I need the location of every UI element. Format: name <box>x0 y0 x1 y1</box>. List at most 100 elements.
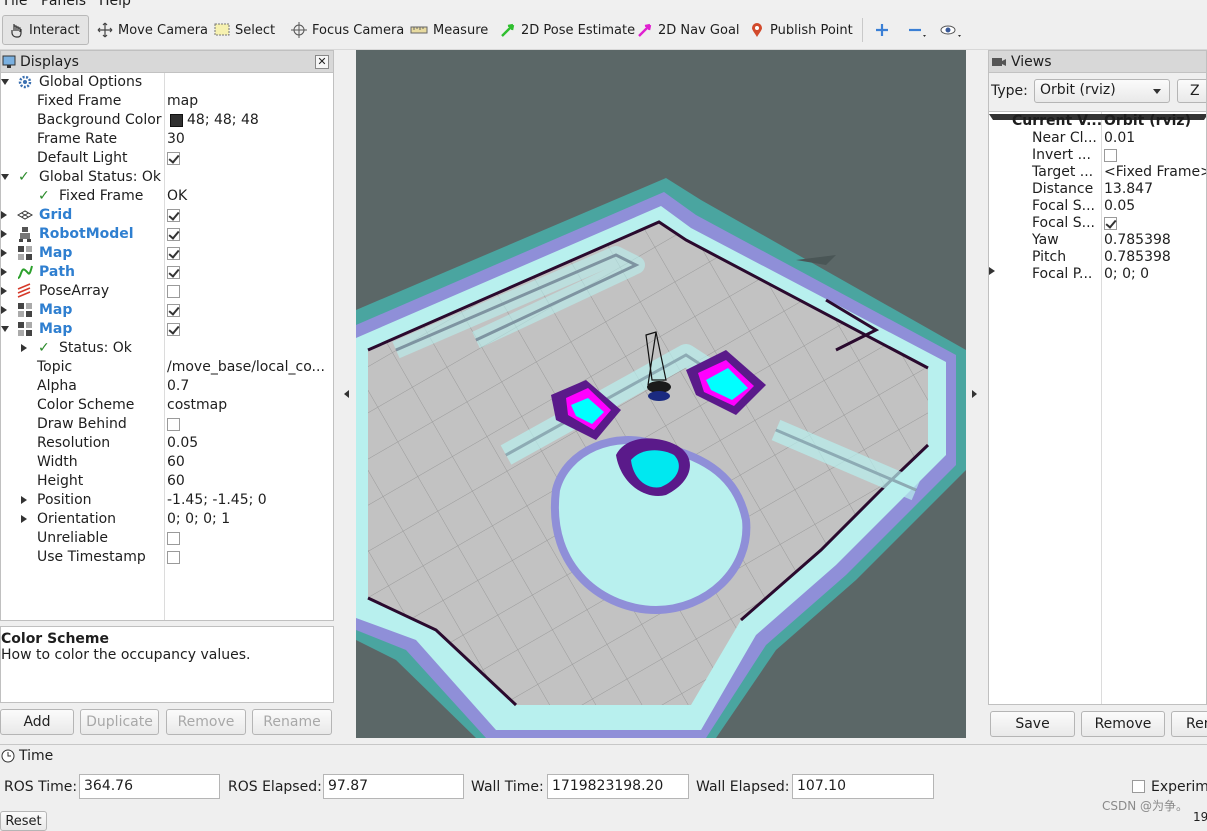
publish-point-tool-button[interactable]: Publish Point <box>744 15 858 45</box>
use-timestamp-checkbox[interactable] <box>167 551 180 564</box>
background-color-value[interactable]: 48; 48; 48 <box>187 111 333 130</box>
rename-display-button[interactable]: Rename <box>252 709 332 735</box>
pose-estimate-tool-button[interactable]: 2D Pose Estimate <box>495 15 640 45</box>
tree-row-width[interactable]: Width 60 <box>1 453 333 472</box>
add-display-button[interactable]: Add <box>0 709 74 735</box>
alpha-value[interactable]: 0.7 <box>167 377 329 396</box>
distance-value[interactable]: 13.847 <box>1104 181 1153 198</box>
remove-tool-button[interactable] <box>902 15 934 45</box>
tree-row-status-ok[interactable]: ✓ Status: Ok <box>1 339 333 358</box>
menu-panels[interactable]: Panels <box>41 0 86 9</box>
tree-row-map-1[interactable]: Map <box>1 244 333 263</box>
camera-type-button[interactable] <box>935 15 969 45</box>
fixed-frame-value[interactable]: map <box>167 92 329 111</box>
tree-row-position[interactable]: Position -1.45; -1.45; 0 <box>1 491 333 510</box>
frame-rate-value[interactable]: 30 <box>167 130 329 149</box>
collapse-arrow-icon[interactable] <box>1 249 7 257</box>
focal-shape-fixed-checkbox[interactable] <box>1104 217 1117 230</box>
collapse-arrow-icon[interactable] <box>1 306 7 314</box>
view-type-select[interactable]: Orbit (rviz) <box>1034 79 1170 103</box>
collapse-arrow-icon[interactable] <box>21 515 27 523</box>
remove-view-button[interactable]: Remove <box>1081 711 1165 737</box>
ros-time-field[interactable]: 364.76 <box>79 774 220 799</box>
tree-row-orientation[interactable]: Orientation 0; 0; 0; 1 <box>1 510 333 529</box>
tree-row-alpha[interactable]: Alpha 0.7 <box>1 377 333 396</box>
vrow-focal-shape-fixed[interactable]: Focal S... <box>989 215 1206 233</box>
vrow-invert[interactable]: Invert ... <box>989 147 1206 165</box>
save-view-button[interactable]: Save <box>990 711 1075 737</box>
collapse-left-arrow-icon[interactable] <box>344 390 349 398</box>
menu-help[interactable]: Help <box>99 0 131 9</box>
tree-row-topic[interactable]: Topic /move_base/local_co... <box>1 358 333 377</box>
tree-row-map-3[interactable]: Map <box>1 320 333 339</box>
tree-row-resolution[interactable]: Resolution 0.05 <box>1 434 333 453</box>
collapse-right-arrow-icon[interactable] <box>972 390 977 398</box>
yaw-value[interactable]: 0.785398 <box>1104 232 1171 249</box>
render-3d-view[interactable] <box>356 50 966 738</box>
tree-row-default-light[interactable]: Default Light <box>1 149 333 168</box>
path-enabled-checkbox[interactable] <box>167 266 180 279</box>
measure-tool-button[interactable]: Measure <box>405 15 493 45</box>
target-frame-value[interactable]: <Fixed Frame> <box>1104 164 1206 181</box>
interact-tool-button[interactable]: Interact <box>2 15 89 45</box>
map-render[interactable] <box>356 50 966 738</box>
default-light-checkbox[interactable] <box>167 152 180 165</box>
rename-view-button[interactable]: Ren <box>1171 711 1207 737</box>
tree-row-grid[interactable]: Grid <box>1 206 333 225</box>
expand-arrow-icon[interactable] <box>1 174 9 180</box>
tree-row-map-2[interactable]: Map <box>1 301 333 320</box>
invert-z-checkbox[interactable] <box>1104 149 1117 162</box>
move-camera-tool-button[interactable]: Move Camera <box>92 15 213 45</box>
collapse-arrow-icon[interactable] <box>989 267 1206 275</box>
close-panel-icon[interactable]: ✕ <box>315 54 329 69</box>
tree-row-background-color[interactable]: Background Color 48; 48; 48 <box>1 111 333 130</box>
vrow-yaw[interactable]: Yaw 0.785398 <box>989 232 1206 250</box>
tree-row-status-fixed-frame[interactable]: ✓ Fixed Frame OK <box>1 187 333 206</box>
topic-value[interactable]: /move_base/local_co... <box>167 358 329 377</box>
tree-row-unreliable[interactable]: Unreliable <box>1 529 333 548</box>
map-enabled-checkbox[interactable] <box>167 247 180 260</box>
collapse-arrow-icon[interactable] <box>1 287 7 295</box>
near-clip-value[interactable]: 0.01 <box>1104 130 1135 147</box>
tree-row-global-status[interactable]: ✓ Global Status: Ok <box>1 168 333 187</box>
vrow-pitch[interactable]: Pitch 0.785398 <box>989 249 1206 267</box>
nav-goal-tool-button[interactable]: 2D Nav Goal <box>632 15 745 45</box>
collapse-arrow-icon[interactable] <box>1 268 7 276</box>
add-tool-button[interactable] <box>869 15 895 45</box>
map-enabled-checkbox[interactable] <box>167 323 180 336</box>
wall-time-field[interactable]: 1719823198.20 <box>547 774 689 799</box>
experimental-checkbox[interactable] <box>1132 780 1145 793</box>
tree-row-path[interactable]: Path <box>1 263 333 282</box>
map-enabled-checkbox[interactable] <box>167 304 180 317</box>
collapse-arrow-icon[interactable] <box>21 496 27 504</box>
tree-row-fixed-frame[interactable]: Fixed Frame map <box>1 92 333 111</box>
pose-array-enabled-checkbox[interactable] <box>167 285 180 298</box>
tree-row-draw-behind[interactable]: Draw Behind <box>1 415 333 434</box>
tree-row-use-timestamp[interactable]: Use Timestamp <box>1 548 333 567</box>
tree-row-height[interactable]: Height 60 <box>1 472 333 491</box>
vrow-current-view[interactable]: Current V... Orbit (rviz) <box>989 113 1206 131</box>
reset-button[interactable]: Reset <box>0 811 47 831</box>
vrow-focal-point[interactable]: Focal P... 0; 0; 0 <box>989 266 1206 284</box>
color-swatch[interactable] <box>170 114 183 127</box>
collapse-arrow-icon[interactable] <box>1 230 7 238</box>
expand-arrow-icon[interactable] <box>1 326 9 332</box>
tree-row-pose-array[interactable]: PoseArray <box>1 282 333 301</box>
zero-view-button[interactable]: Z <box>1177 79 1206 103</box>
remove-display-button[interactable]: Remove <box>166 709 246 735</box>
tree-row-robot-model[interactable]: RobotModel <box>1 225 333 244</box>
unreliable-checkbox[interactable] <box>167 532 180 545</box>
focus-camera-tool-button[interactable]: Focus Camera <box>286 15 409 45</box>
focal-point-value[interactable]: 0; 0; 0 <box>1104 266 1149 283</box>
robot-model-enabled-checkbox[interactable] <box>167 228 180 241</box>
tree-row-color-scheme[interactable]: Color Scheme costmap <box>1 396 333 415</box>
vrow-near-clip[interactable]: Near Cl... 0.01 <box>989 130 1206 148</box>
grid-enabled-checkbox[interactable] <box>167 209 180 222</box>
wall-elapsed-field[interactable]: 107.10 <box>792 774 934 799</box>
expand-arrow-icon[interactable] <box>1 79 9 85</box>
collapse-arrow-icon[interactable] <box>1 211 7 219</box>
vrow-distance[interactable]: Distance 13.847 <box>989 181 1206 199</box>
focal-shape-size-value[interactable]: 0.05 <box>1104 198 1135 215</box>
color-scheme-value[interactable]: costmap <box>167 396 329 415</box>
vrow-focal-shape-size[interactable]: Focal S... 0.05 <box>989 198 1206 216</box>
